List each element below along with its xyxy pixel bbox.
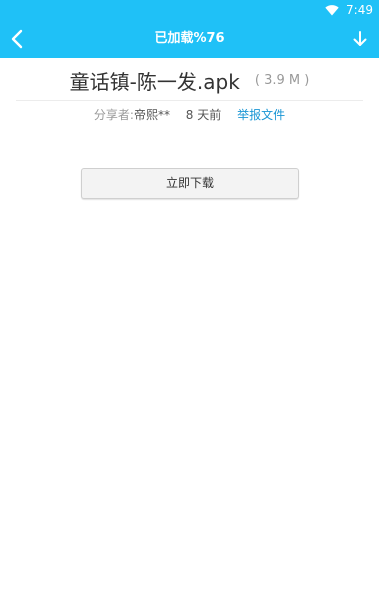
page-title: 已加载%76 xyxy=(154,31,225,46)
file-size: ( 3.9 M ) xyxy=(254,73,310,88)
report-file-link[interactable]: 举报文件 xyxy=(237,108,285,122)
divider xyxy=(16,100,363,101)
arrow-down-icon xyxy=(353,31,367,46)
wifi-icon xyxy=(325,5,339,16)
shared-time: 8 天前 xyxy=(185,108,222,122)
download-now-button[interactable]: 立即下载 xyxy=(81,168,299,199)
back-button[interactable] xyxy=(4,24,30,54)
sharer-name: 帝熙** xyxy=(133,108,170,122)
app-bar: 已加载%76 xyxy=(0,20,379,58)
file-name: 童话镇-陈一发.apk xyxy=(69,70,240,94)
file-meta: 分享者:帝熙** 8 天前 举报文件 xyxy=(0,106,379,124)
status-indicators: 7:49 xyxy=(325,2,373,18)
status-bar: 7:49 xyxy=(0,0,379,20)
download-icon-button[interactable] xyxy=(347,24,373,54)
chevron-left-icon xyxy=(11,29,23,49)
sharer-label: 分享者: xyxy=(93,108,134,122)
status-time: 7:49 xyxy=(346,3,373,17)
file-title-row: 童话镇-陈一发.apk ( 3.9 M ) xyxy=(0,66,379,96)
